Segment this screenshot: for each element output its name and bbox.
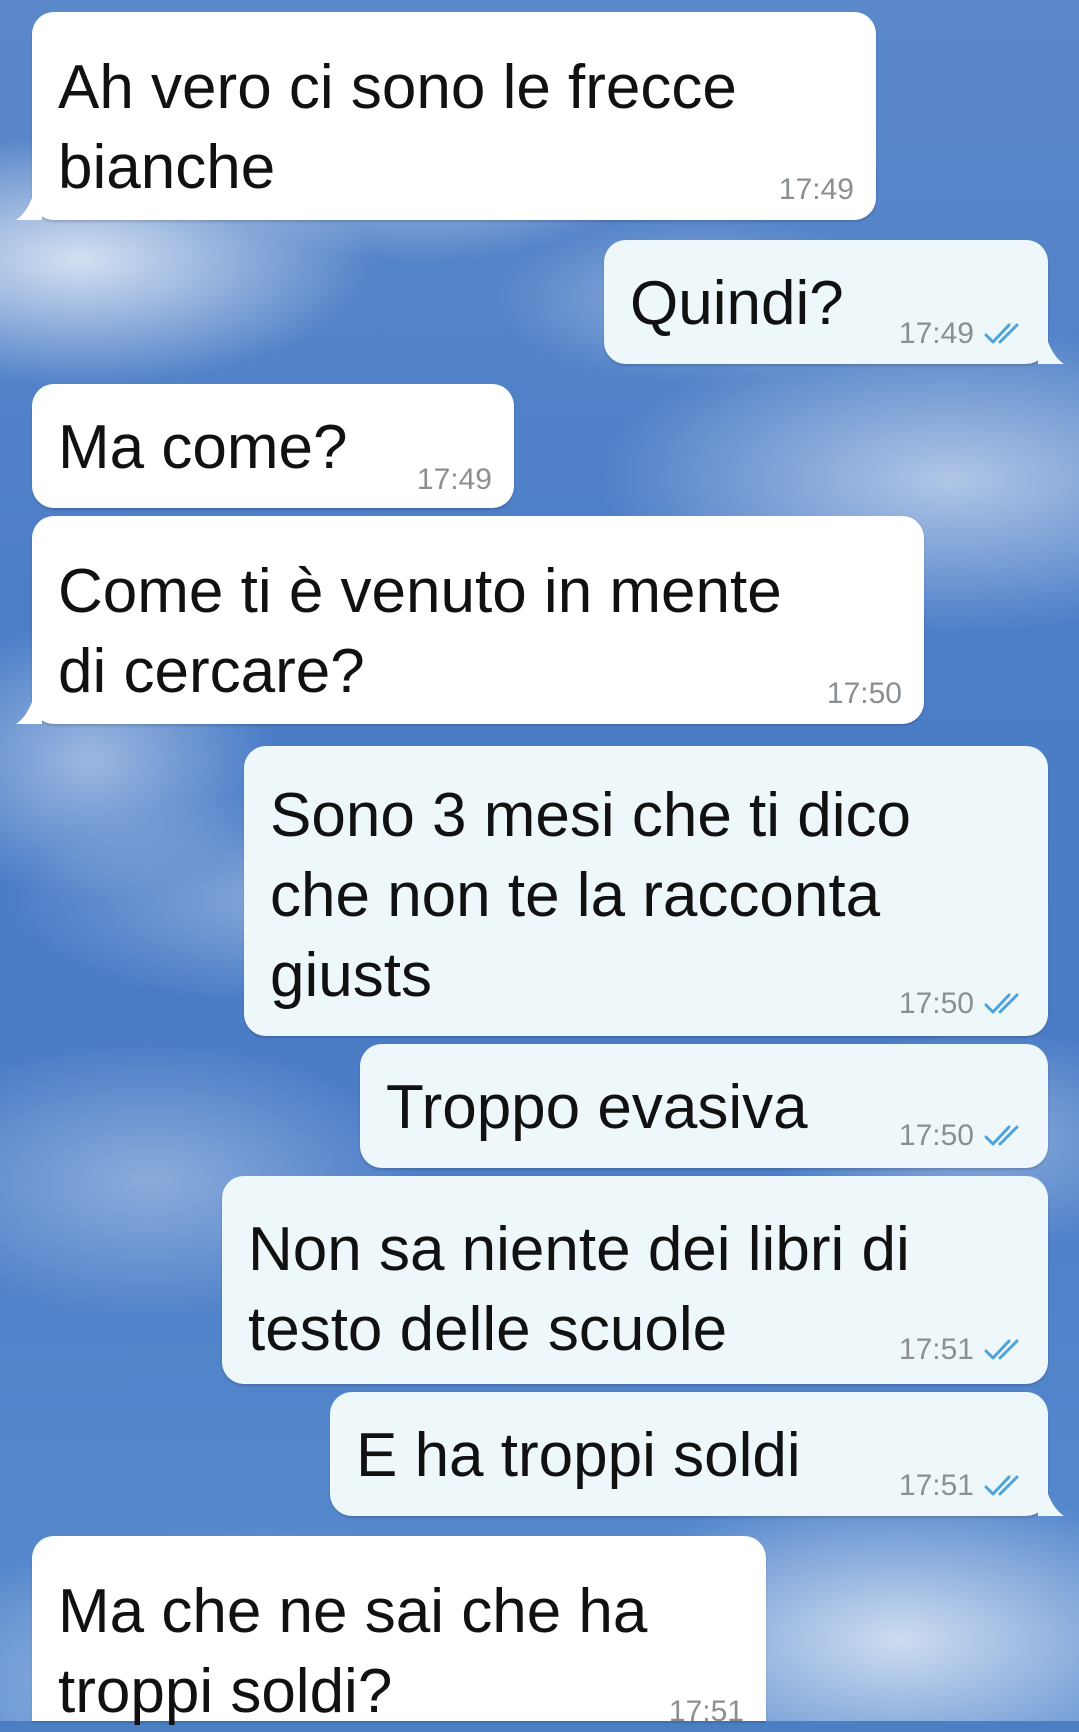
message-bubble-incoming[interactable]: Ma che ne sai che ha troppi soldi? 17:51 (32, 1536, 766, 1728)
message-timestamp: 17:49 (416, 463, 492, 496)
double-check-icon (984, 323, 1019, 344)
message-text: E ha troppi soldi (356, 1421, 801, 1490)
double-check-icon (984, 993, 1019, 1014)
message-text: Quindi? (630, 269, 844, 338)
bubble-tail (1038, 1488, 1064, 1516)
message-timestamp: 17:51 (898, 1333, 974, 1366)
message-meta: 17:49 (417, 464, 492, 496)
double-check-icon (984, 1475, 1019, 1496)
message-text: Troppo evasiva (386, 1073, 808, 1142)
message-meta: 17:50 (827, 678, 902, 710)
message-meta: 17:50 (899, 1120, 1030, 1152)
message-bubble-incoming[interactable]: Come ti è venuto in mente di cercare? 17… (16, 516, 924, 724)
message-timestamp: 17:49 (898, 317, 974, 350)
bubble-tail (16, 192, 42, 220)
message-text: Sono 3 mesi che ti dico che non te la ra… (270, 781, 912, 1010)
message-meta: 17:50 (899, 988, 1030, 1020)
message-meta: 17:51 (899, 1470, 1030, 1502)
message-meta: 17:51 (669, 1696, 744, 1728)
message-bubble-outgoing[interactable]: Quindi? 17:49 (604, 240, 1064, 364)
message-timestamp: 17:50 (826, 677, 902, 710)
double-check-icon (984, 1125, 1019, 1146)
message-timestamp: 17:50 (898, 987, 974, 1020)
message-text: Ma come? (58, 413, 348, 482)
message-bubble-incoming[interactable]: Ma come? 17:49 (32, 384, 514, 508)
bubble-tail (1038, 336, 1064, 364)
message-bubble-outgoing[interactable]: E ha troppi soldi 17:51 (330, 1392, 1064, 1516)
message-bubble-outgoing[interactable]: Troppo evasiva 17:50 (360, 1044, 1048, 1168)
message-bubble-outgoing[interactable]: Sono 3 mesi che ti dico che non te la ra… (244, 746, 1048, 1036)
message-meta: 17:49 (899, 318, 1030, 350)
message-bubble-outgoing[interactable]: Non sa niente dei libri di testo delle s… (222, 1176, 1048, 1384)
message-timestamp: 17:50 (898, 1119, 974, 1152)
bubble-tail (16, 696, 42, 724)
message-text: Ah vero ci sono le frecce bianche (58, 53, 737, 202)
message-timestamp: 17:49 (778, 173, 854, 206)
message-timestamp: 17:51 (668, 1695, 744, 1728)
message-meta: 17:51 (899, 1334, 1030, 1366)
message-meta: 17:49 (779, 174, 854, 206)
message-timestamp: 17:51 (898, 1469, 974, 1502)
double-check-icon (984, 1339, 1019, 1360)
message-bubble-incoming[interactable]: Ah vero ci sono le frecce bianche 17:49 (16, 12, 876, 220)
message-text: Non sa niente dei libri di testo delle s… (248, 1215, 910, 1364)
message-text: Ma che ne sai che ha troppi soldi? (58, 1577, 648, 1726)
message-text: Come ti è venuto in mente di cercare? (58, 557, 782, 706)
